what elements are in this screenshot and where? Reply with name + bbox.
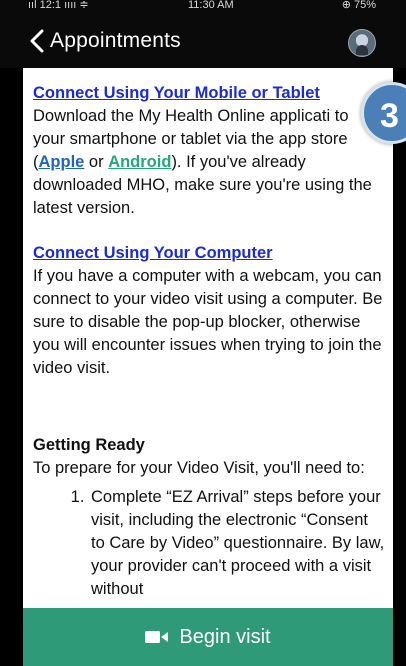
computer-section: Connect Using Your Computer If you have … <box>33 242 385 380</box>
appointment-content[interactable]: Connect Using Your Mobile or Tablet Down… <box>23 68 393 666</box>
android-store-link[interactable]: Android <box>108 153 171 171</box>
apple-store-link[interactable]: Apple <box>39 153 85 171</box>
steps-list: Complete “EZ Arrival” steps before your … <box>33 486 385 601</box>
content-body: Connect Using Your Mobile or Tablet Down… <box>33 82 385 601</box>
list-item: Complete “EZ Arrival” steps before your … <box>89 486 385 601</box>
or-text: or <box>84 153 109 171</box>
computer-paragraph: If you have a computer with a webcam, yo… <box>33 267 383 377</box>
mobile-text-1: Download the My Health Online applicati <box>33 107 331 125</box>
chevron-left-icon <box>30 29 44 53</box>
getting-ready-heading: Getting Ready <box>33 436 145 454</box>
begin-visit-label: Begin visit <box>179 625 271 648</box>
back-button[interactable]: Appointments <box>30 25 181 57</box>
getting-ready-paragraph: To prepare for your Video Visit, you'll … <box>33 459 365 477</box>
getting-ready-section: Getting Ready To prepare for your Video … <box>33 434 385 601</box>
battery-indicator: ⊕ 75% <box>341 0 376 11</box>
page-title: Appointments <box>50 29 181 52</box>
mobile-section: Connect Using Your Mobile or Tablet Down… <box>33 82 385 220</box>
user-avatar[interactable] <box>348 29 376 57</box>
status-time: 11:30 AM <box>188 0 234 11</box>
status-bar: ııl 12:1 ıııı ≑ 11:30 AM ⊕ 75% <box>0 0 406 14</box>
video-camera-icon <box>145 630 169 644</box>
connect-computer-link[interactable]: Connect Using Your Computer <box>33 242 385 265</box>
mobile-paragraph: Download the My Health Online applicati … <box>33 105 385 220</box>
carrier-signal: ııl 12:1 ıııı ≑ <box>28 0 89 11</box>
connect-mobile-link[interactable]: Connect Using Your Mobile or Tablet <box>33 82 385 105</box>
nav-bar: Appointments <box>0 14 406 68</box>
begin-visit-button[interactable]: Begin visit <box>23 608 393 666</box>
